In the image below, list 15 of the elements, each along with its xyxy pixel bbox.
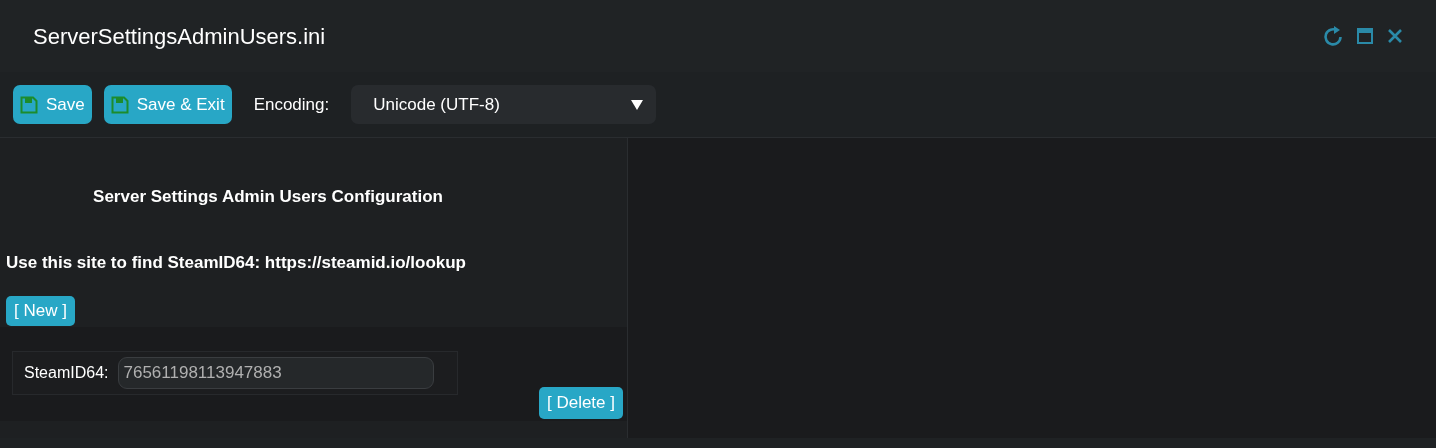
field-label: SteamID64: xyxy=(24,362,109,383)
delete-button[interactable]: [ Delete ] xyxy=(538,386,623,419)
close-icon[interactable] xyxy=(1387,28,1403,44)
section-heading: Server Settings Admin Users Configuration xyxy=(93,186,443,208)
new-button[interactable]: [ New ] xyxy=(6,295,75,326)
encoding-dropdown[interactable]: Unicode (UTF-8) xyxy=(351,85,657,124)
steamid-field[interactable]: 76561198113947883 xyxy=(118,356,435,389)
maximize-icon[interactable] xyxy=(1357,28,1373,44)
refresh-icon[interactable] xyxy=(1323,25,1343,47)
window-title: ServerSettingsAdminUsers.ini xyxy=(33,22,326,51)
help-text: Use this site to find SteamID64: https://steamid.io/lookup xyxy=(5,252,467,274)
save-button[interactable]: Save xyxy=(13,85,92,124)
encoding-label: Encoding: xyxy=(253,93,330,116)
save-button[interactable]: Save & Exit xyxy=(103,85,232,124)
dropdown-caret-icon xyxy=(631,99,644,110)
